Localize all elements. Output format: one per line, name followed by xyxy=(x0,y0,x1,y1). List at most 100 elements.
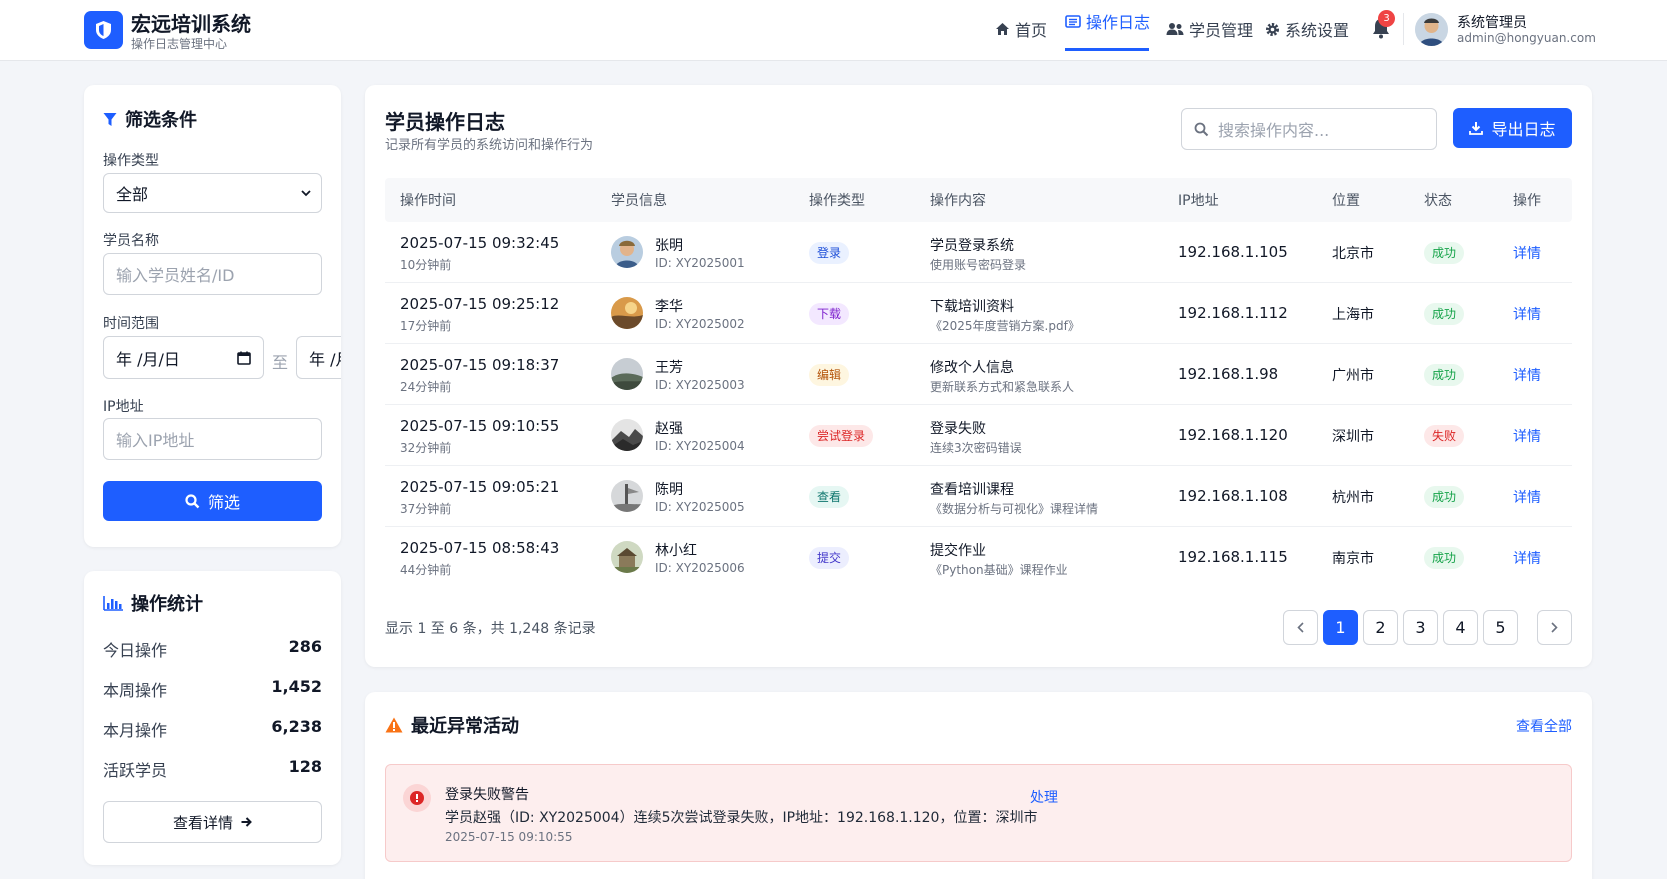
view-all-link[interactable]: 查看全部 xyxy=(1516,716,1572,736)
ip-label: IP地址 xyxy=(103,399,144,415)
page-next-button[interactable] xyxy=(1537,610,1572,645)
filter-title-text: 筛选条件 xyxy=(125,110,197,131)
op-title: 修改个人信息 xyxy=(930,360,1014,376)
student-id: ID: XY2025005 xyxy=(655,500,745,514)
nav-system-settings[interactable]: 系统设置 xyxy=(1265,18,1349,40)
anomaly-panel: 最近异常活动 查看全部 登录失败警告 学员赵强（ID: XY2025004）连续… xyxy=(365,692,1592,879)
filter-button[interactable]: 筛选 xyxy=(103,481,322,521)
view-stats-detail-button[interactable]: 查看详情 xyxy=(103,801,322,843)
type-badge: 提交 xyxy=(809,547,850,569)
op-detail: 连续3次密码错误 xyxy=(930,441,1022,455)
log-subtitle: 记录所有学员的系统访问和操作行为 xyxy=(385,138,594,153)
op-detail: 使用账号密码登录 xyxy=(930,258,1027,272)
detail-link[interactable]: 详情 xyxy=(1513,426,1541,446)
table-row: 2025-07-15 09:10:55 32分钟前 赵强 ID: XY20250… xyxy=(385,405,1572,466)
home-icon xyxy=(996,23,1009,35)
log-search-input[interactable]: 搜索操作内容... xyxy=(1181,108,1437,150)
detail-link[interactable]: 详情 xyxy=(1513,243,1541,263)
header-divider xyxy=(1403,13,1404,45)
op-title: 登录失败 xyxy=(930,421,986,437)
type-badge: 下载 xyxy=(809,303,850,325)
row-time: 2025-07-15 09:25:12 xyxy=(400,295,560,313)
location: 杭州市 xyxy=(1332,490,1374,506)
anomaly-title: 最近异常活动 xyxy=(385,712,519,738)
nav-system-settings-label: 系统设置 xyxy=(1285,21,1350,40)
detail-link[interactable]: 详情 xyxy=(1513,365,1541,385)
filter-button-label: 筛选 xyxy=(207,493,240,512)
date-end-value: 年 /月/日 xyxy=(309,349,341,369)
student-id: ID: XY2025002 xyxy=(655,317,745,331)
table-row: 2025-07-15 08:58:43 44分钟前 林小红 ID: XY2025… xyxy=(385,527,1572,588)
op-title: 提交作业 xyxy=(930,543,986,559)
page-prev-button[interactable] xyxy=(1283,610,1318,645)
anomaly-title-text: 最近异常活动 xyxy=(411,716,519,737)
student-input[interactable]: 输入学员姓名/ID xyxy=(103,253,322,295)
alert-handle-link[interactable]: 处理 xyxy=(1030,787,1058,807)
type-badge: 查看 xyxy=(809,486,850,508)
list-icon xyxy=(1065,14,1081,28)
filter-title: 筛选条件 xyxy=(103,106,197,132)
chevron-right-icon xyxy=(1551,622,1558,633)
detail-link[interactable]: 详情 xyxy=(1513,487,1541,507)
detail-link[interactable]: 详情 xyxy=(1513,304,1541,324)
student-id: ID: XY2025003 xyxy=(655,378,745,392)
row-time-ago: 44分钟前 xyxy=(400,563,452,577)
op-title: 查看培训课程 xyxy=(930,482,1014,498)
col-status: 状态 xyxy=(1424,193,1452,209)
search-icon xyxy=(1194,122,1209,137)
row-time-ago: 32分钟前 xyxy=(400,441,452,455)
row-time-ago: 10分钟前 xyxy=(400,258,452,272)
view-stats-detail-label: 查看详情 xyxy=(172,813,233,832)
student-label: 学员名称 xyxy=(103,233,159,249)
nav-student-management[interactable]: 学员管理 xyxy=(1166,18,1253,40)
date-start-value: 年 /月/日 xyxy=(116,349,180,369)
filter-panel: 筛选条件 操作类型 全部 学员名称 输入学员姓名/ID 时间范围 年 /月/日 … xyxy=(84,85,341,547)
stat-value-active: 128 xyxy=(288,757,322,776)
col-student: 学员信息 xyxy=(611,193,667,209)
log-title: 学员操作日志 xyxy=(385,110,505,134)
op-type-label: 操作类型 xyxy=(103,153,159,169)
stat-value-month: 6,238 xyxy=(271,717,322,736)
page-4-button[interactable]: 4 xyxy=(1443,610,1478,645)
col-location: 位置 xyxy=(1332,193,1360,209)
export-log-button[interactable]: 导出日志 xyxy=(1453,108,1572,148)
op-detail: 《2025年度营销方案.pdf》 xyxy=(930,319,1080,333)
status-badge: 成功 xyxy=(1424,364,1465,386)
user-avatar-image xyxy=(1415,13,1448,46)
page-2-button[interactable]: 2 xyxy=(1363,610,1398,645)
student-placeholder: 输入学员姓名/ID xyxy=(116,266,235,285)
logo[interactable] xyxy=(84,11,123,49)
student-name: 张明 xyxy=(655,238,683,254)
location: 上海市 xyxy=(1332,307,1374,323)
ip-input[interactable]: 输入IP地址 xyxy=(103,418,322,460)
detail-link[interactable]: 详情 xyxy=(1513,548,1541,568)
nav-operation-log[interactable]: 操作日志 xyxy=(1065,10,1150,32)
student-id: ID: XY2025006 xyxy=(655,561,745,575)
page-3-button[interactable]: 3 xyxy=(1403,610,1438,645)
stat-label-active: 活跃学员 xyxy=(103,761,168,780)
op-detail: 《数据分析与可视化》课程详情 xyxy=(930,502,1099,516)
row-time-ago: 37分钟前 xyxy=(400,502,452,516)
col-ip: IP地址 xyxy=(1178,193,1219,209)
op-type-select[interactable]: 全部 xyxy=(103,173,322,213)
date-end-input[interactable]: 年 /月/日 xyxy=(296,336,341,379)
page-1-button[interactable]: 1 xyxy=(1323,610,1358,645)
student-id: ID: XY2025001 xyxy=(655,256,745,270)
alert-title: 登录失败警告 xyxy=(445,787,529,803)
gear-icon xyxy=(1266,22,1279,36)
location: 南京市 xyxy=(1332,551,1374,567)
page-5-button[interactable]: 5 xyxy=(1483,610,1518,645)
nav-home-label: 首页 xyxy=(1015,21,1048,40)
table-header: 操作时间 学员信息 操作类型 操作内容 IP地址 位置 状态 操作 xyxy=(385,178,1572,222)
stats-panel: 操作统计 今日操作 286 本周操作 1,452 本月操作 6,238 活跃学员… xyxy=(84,571,341,865)
stats-title-text: 操作统计 xyxy=(131,594,203,615)
date-start-input[interactable]: 年 /月/日 xyxy=(103,336,264,379)
shield-icon xyxy=(96,21,111,39)
student-id: ID: XY2025004 xyxy=(655,439,745,453)
user-avatar[interactable] xyxy=(1415,13,1448,46)
alert-time: 2025-07-15 09:10:55 xyxy=(445,830,573,844)
nav-home[interactable]: 首页 xyxy=(995,18,1047,40)
student-avatar xyxy=(611,541,643,573)
student-name: 赵强 xyxy=(655,421,683,437)
row-time: 2025-07-15 08:58:43 xyxy=(400,539,560,557)
